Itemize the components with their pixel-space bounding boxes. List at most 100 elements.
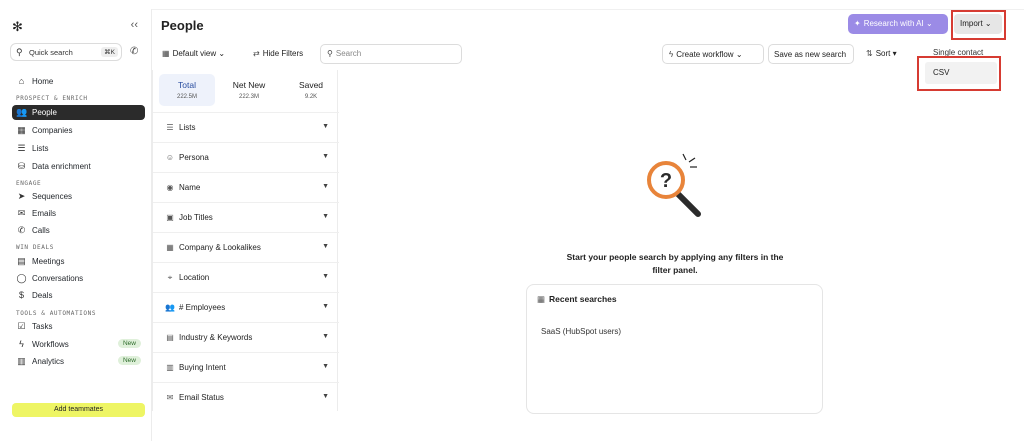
- lists-icon: ☰: [17, 143, 26, 153]
- create-workflow-button[interactable]: ϟ Create workflow ⌄: [662, 44, 764, 64]
- section-win-deals: WIN DEALS: [16, 244, 54, 251]
- sparkle-icon: ✦: [854, 19, 861, 28]
- user-icon: ◉: [166, 183, 174, 192]
- chat-icon: ◯: [16, 273, 27, 283]
- companies-icon: ▦: [17, 125, 26, 135]
- chevron-down-icon: ⌄: [735, 50, 743, 59]
- caret-down-icon: ▾: [892, 49, 897, 58]
- filter-email-status[interactable]: ✉ Email Status ▼: [153, 382, 339, 412]
- sidebar-item-people[interactable]: 👥 People: [12, 105, 145, 120]
- filter-label: Persona: [179, 153, 209, 162]
- sidebar-item-label: Lists: [32, 144, 49, 153]
- filter-panel: Total 222.5M Net New 222.3M Saved 9.2K ☰…: [152, 70, 339, 412]
- search-icon: ⚲: [16, 47, 23, 57]
- recent-searches-title: Recent searches: [549, 294, 617, 304]
- filter-location[interactable]: ⌖ Location ▼: [153, 262, 339, 292]
- sidebar-item-label: Companies: [32, 126, 73, 135]
- sort-label: Sort: [875, 49, 891, 58]
- tab-count: 9.2K: [304, 94, 318, 100]
- sidebar-item-label: People: [32, 108, 57, 117]
- view-icon: ▦: [162, 49, 170, 58]
- filter-label: Name: [179, 183, 201, 192]
- filter-job-titles[interactable]: ▣ Job Titles ▼: [153, 202, 339, 232]
- sidebar-item-deals[interactable]: $ Deals: [12, 288, 145, 303]
- chart-icon: ▥: [17, 356, 26, 366]
- default-view-dropdown[interactable]: ▦ Default view ⌄: [162, 44, 225, 64]
- tab-total[interactable]: Total 222.5M: [159, 74, 215, 106]
- magnifier-question-icon: ?: [647, 153, 701, 217]
- quick-search-label: Quick search: [29, 48, 73, 57]
- sidebar-item-label: Sequences: [32, 192, 73, 201]
- sort-button[interactable]: ⇅ Sort ▾: [866, 44, 897, 64]
- sidebar-item-label: Emails: [32, 209, 57, 218]
- filter-label: Company & Lookalikes: [179, 243, 261, 252]
- sidebar-item-calls[interactable]: ✆ Calls: [12, 223, 145, 238]
- filter-company-lookalikes[interactable]: ▦ Company & Lookalikes ▼: [153, 232, 339, 262]
- create-workflow-label: Create workflow: [676, 50, 734, 59]
- phone-icon[interactable]: ✆: [130, 46, 138, 57]
- sidebar-item-analytics[interactable]: ▥ Analytics New: [12, 354, 145, 369]
- mail-icon: ✉: [17, 208, 26, 218]
- caret-down-icon: ▼: [322, 393, 329, 400]
- filter-buying-intent[interactable]: ▥ Buying Intent ▼: [153, 352, 339, 382]
- sidebar-item-workflows[interactable]: ϟ Workflows New: [12, 337, 145, 352]
- save-search-button[interactable]: Save as new search: [768, 44, 854, 64]
- add-teammates-button[interactable]: Add teammates: [12, 403, 145, 417]
- chevron-down-icon: ⌄: [925, 19, 933, 28]
- sidebar-item-label: Workflows: [32, 340, 69, 349]
- search-placeholder: Search: [335, 49, 362, 58]
- building-icon: ▦: [166, 243, 174, 252]
- filter-persona[interactable]: ☺ Persona ▼: [153, 142, 339, 172]
- hide-filters-button[interactable]: ⇄ Hide Filters: [253, 44, 303, 64]
- caret-down-icon: ▼: [322, 123, 329, 130]
- sidebar-item-meetings[interactable]: ▤ Meetings: [12, 254, 145, 269]
- default-view-label: Default view: [172, 49, 217, 58]
- table-icon: ▦: [537, 294, 546, 304]
- tab-count: 222.5M: [176, 94, 197, 100]
- location-pin-icon: ⌖: [167, 273, 173, 282]
- sidebar-item-home[interactable]: ⌂ Home: [12, 74, 145, 89]
- tab-net-new[interactable]: Net New 222.3M: [221, 74, 277, 106]
- sidebar-item-tasks[interactable]: ☑ Tasks: [12, 319, 145, 334]
- intent-icon: ▥: [166, 363, 174, 372]
- tab-label: Net New: [232, 80, 266, 90]
- briefcase-icon: ▣: [166, 213, 174, 222]
- research-label: Research with AI: [863, 19, 924, 28]
- filter-lists[interactable]: ☰ Lists ▼: [153, 112, 339, 142]
- svg-text:?: ?: [660, 170, 672, 192]
- list-icon: ☰: [166, 123, 174, 132]
- sidebar-header: ✻ ‹‹: [12, 19, 142, 34]
- sidebar-item-conversations[interactable]: ◯ Conversations: [12, 271, 145, 286]
- filter-label: Job Titles: [179, 213, 213, 222]
- filter-industry-keywords[interactable]: ▤ Industry & Keywords ▼: [153, 322, 339, 352]
- caret-down-icon: ▼: [322, 243, 329, 250]
- recent-search-item[interactable]: SaaS (HubSpot users): [541, 327, 621, 336]
- highlight-csv: [917, 56, 1001, 91]
- sidebar-item-data-enrichment[interactable]: ⛁ Data enrichment: [12, 159, 145, 174]
- filter-label: # Employees: [179, 303, 226, 312]
- research-with-ai-button[interactable]: ✦ Research with AI ⌄: [848, 14, 948, 34]
- search-input[interactable]: ⚲ Search: [320, 44, 462, 64]
- sidebar-item-lists[interactable]: ☰ Lists: [12, 141, 145, 156]
- filter-employees[interactable]: 👥 # Employees ▼: [153, 292, 339, 322]
- filter-name[interactable]: ◉ Name ▼: [153, 172, 339, 202]
- tab-label: Total: [178, 80, 196, 90]
- sidebar-item-label: Deals: [32, 291, 53, 300]
- collapse-sidebar-icon[interactable]: ‹‹: [131, 19, 138, 31]
- page-title: People: [161, 18, 204, 33]
- filter-label: Lists: [179, 123, 196, 132]
- filter-label: Location: [179, 273, 210, 282]
- mail-icon: ✉: [166, 393, 174, 402]
- top-divider: [0, 9, 1024, 10]
- new-badge: New: [117, 339, 141, 348]
- tab-saved[interactable]: Saved 9.2K: [283, 74, 339, 106]
- caret-down-icon: ▼: [322, 183, 329, 190]
- sidebar-item-companies[interactable]: ▦ Companies: [12, 123, 145, 138]
- quick-search-button[interactable]: ⚲ Quick search ⌘K: [10, 43, 122, 61]
- sidebar-item-emails[interactable]: ✉ Emails: [12, 206, 145, 221]
- caret-down-icon: ▼: [322, 153, 329, 160]
- section-tools-automations: TOOLS & AUTOMATIONS: [16, 310, 97, 317]
- sidebar-item-sequences[interactable]: ➤ Sequences: [12, 189, 145, 204]
- tab-label: Saved: [298, 80, 324, 90]
- sidebar-item-label: Analytics: [32, 357, 65, 366]
